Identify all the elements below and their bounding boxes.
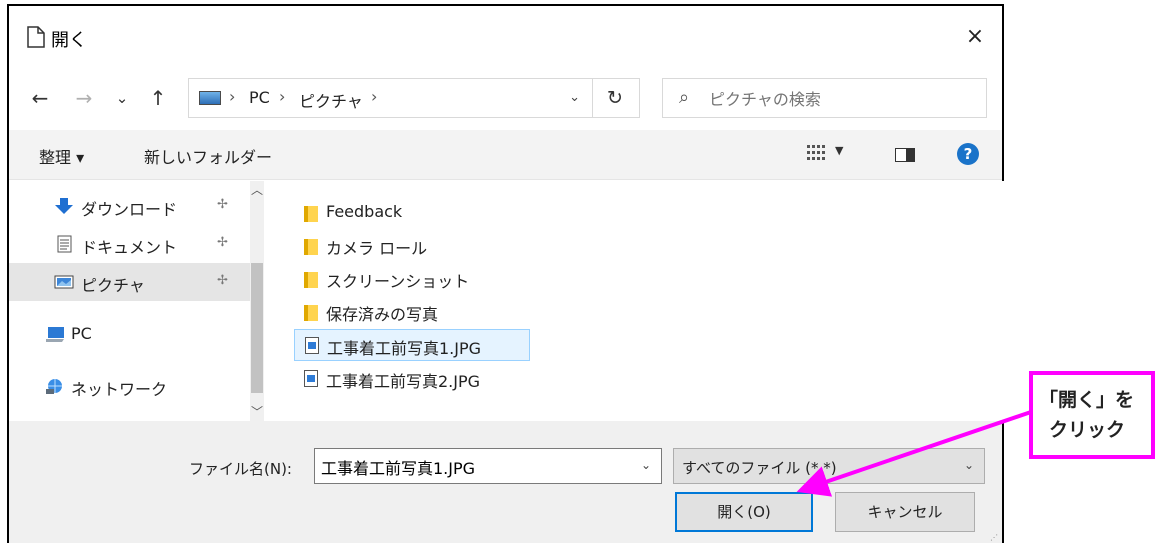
resize-grip-icon[interactable]: ⋰	[990, 533, 1000, 543]
address-bar[interactable]: › PC › ピクチャ › ⌄	[188, 78, 593, 118]
refresh-icon: ↻	[607, 87, 623, 109]
folder-icon	[304, 272, 318, 288]
scroll-thumb[interactable]	[251, 263, 263, 393]
breadcrumb-separator: ›	[279, 87, 286, 106]
search-icon: ⌕	[679, 87, 690, 108]
annotation-callout: 「開く」を クリック	[1029, 371, 1155, 459]
file-name: 保存済みの写真	[326, 305, 439, 324]
scroll-up-arrow-icon[interactable]: ︿	[250, 181, 264, 199]
folder-icon	[304, 206, 318, 222]
view-options-icon[interactable]	[806, 144, 826, 162]
title-bar: 開く ×	[9, 6, 1002, 72]
preview-pane-icon[interactable]	[895, 148, 915, 162]
breadcrumb-separator: ›	[229, 87, 236, 106]
file-name: スクリーンショット	[326, 272, 470, 291]
scroll-down-arrow-icon[interactable]: ﹀	[250, 403, 264, 421]
recent-locations-chevron-icon[interactable]: ⌄	[109, 84, 135, 112]
bottom-panel: ファイル名(N): ⌄ すべてのファイル (*.*) ⌄ 開く(O) キャンセル…	[9, 421, 1002, 543]
nav-item-pc[interactable]: PC	[9, 315, 250, 353]
nav-item-label: ネットワーク	[71, 380, 168, 399]
open-button[interactable]: 開く(O)	[675, 492, 813, 532]
nav-item-label: ダウンロード	[81, 200, 178, 219]
folder-icon	[304, 305, 318, 321]
nav-item-network[interactable]: ネットワーク	[9, 367, 250, 405]
file-name: Feedback	[326, 202, 403, 221]
pictures-icon	[54, 275, 74, 289]
pictures-location-icon	[199, 91, 221, 105]
network-icon	[46, 379, 62, 394]
filename-input[interactable]	[321, 455, 621, 479]
callout-text-line-1: 「開く」を	[1039, 389, 1135, 411]
close-button[interactable]: ×	[962, 24, 988, 50]
filename-label: ファイル名(N):	[189, 460, 292, 478]
nav-scrollbar[interactable]: ︿ ﹀	[250, 181, 264, 421]
callout-text-line-2: クリック	[1049, 419, 1126, 441]
list-item[interactable]: スクリーンショット	[294, 263, 474, 295]
filename-dropdown-icon[interactable]: ⌄	[641, 458, 651, 472]
list-item-selected[interactable]: 工事着工前写真1.JPG	[294, 329, 530, 361]
navigation-pane: ダウンロード ✢ ドキュメント ✢ ピクチャ ✢ PC ネットワーク ︿ ﹀	[9, 181, 264, 421]
document-icon	[27, 26, 45, 48]
pin-icon[interactable]: ✢	[217, 273, 228, 288]
cancel-button[interactable]: キャンセル	[835, 492, 975, 532]
list-item[interactable]: カメラ ロール	[294, 230, 474, 262]
back-arrow-icon[interactable]: ←	[27, 84, 53, 112]
organize-button[interactable]: 整理 ▾	[39, 144, 84, 168]
pin-icon[interactable]: ✢	[217, 235, 228, 250]
list-item[interactable]: Feedback	[294, 197, 474, 229]
nav-item-label: ドキュメント	[81, 238, 178, 257]
forward-arrow-icon[interactable]: →	[71, 84, 97, 112]
breadcrumb-separator[interactable]: ›	[371, 87, 377, 106]
open-file-dialog: 開く × ← → ⌄ ↑ › PC › ピクチャ › ⌄ ↻ ⌕ 整理 ▾ 新し…	[7, 4, 1004, 543]
filetype-value: すべてのファイル (*.*)	[682, 459, 837, 477]
up-arrow-icon[interactable]: ↑	[145, 84, 171, 112]
filetype-dropdown-icon[interactable]: ⌄	[964, 458, 974, 472]
nav-item-documents[interactable]: ドキュメント ✢	[9, 225, 250, 263]
search-input[interactable]	[709, 86, 979, 112]
pc-icon	[46, 327, 64, 342]
list-item[interactable]: 工事着工前写真2.JPG	[294, 363, 530, 395]
file-name: カメラ ロール	[326, 239, 428, 258]
filetype-select[interactable]: すべてのファイル (*.*) ⌄	[673, 448, 985, 484]
image-file-icon	[305, 337, 319, 354]
address-dropdown-icon[interactable]: ⌄	[569, 90, 580, 105]
breadcrumb-pictures[interactable]: ピクチャ	[299, 88, 363, 112]
file-list: Feedback カメラ ロール スクリーンショット 保存済みの写真 工事着工前…	[264, 181, 1004, 421]
address-row: ← → ⌄ ↑ › PC › ピクチャ › ⌄ ↻ ⌕	[9, 74, 1002, 124]
view-dropdown-icon[interactable]: ▼	[835, 144, 843, 157]
nav-item-label: ピクチャ	[81, 276, 145, 295]
filename-combobox[interactable]: ⌄	[314, 448, 662, 484]
nav-item-pictures[interactable]: ピクチャ ✢	[9, 263, 250, 301]
document-icon	[57, 235, 72, 253]
nav-item-label: PC	[71, 324, 92, 343]
search-box[interactable]: ⌕	[662, 78, 987, 118]
download-arrow-icon	[55, 198, 73, 214]
toolbar: 整理 ▾ 新しいフォルダー ▼ ?	[9, 130, 1002, 180]
help-icon[interactable]: ?	[957, 143, 979, 165]
file-name: 工事着工前写真2.JPG	[326, 372, 481, 391]
nav-item-downloads[interactable]: ダウンロード ✢	[9, 187, 250, 225]
pin-icon[interactable]: ✢	[217, 197, 228, 212]
breadcrumb-pc[interactable]: PC	[249, 88, 270, 107]
new-folder-button[interactable]: 新しいフォルダー	[144, 144, 272, 168]
list-item[interactable]: 保存済みの写真	[294, 296, 474, 328]
refresh-button[interactable]: ↻	[593, 78, 640, 118]
dialog-title: 開く	[51, 30, 87, 51]
image-file-icon	[304, 370, 318, 387]
file-name: 工事着工前写真1.JPG	[327, 339, 482, 358]
folder-icon	[304, 239, 318, 255]
